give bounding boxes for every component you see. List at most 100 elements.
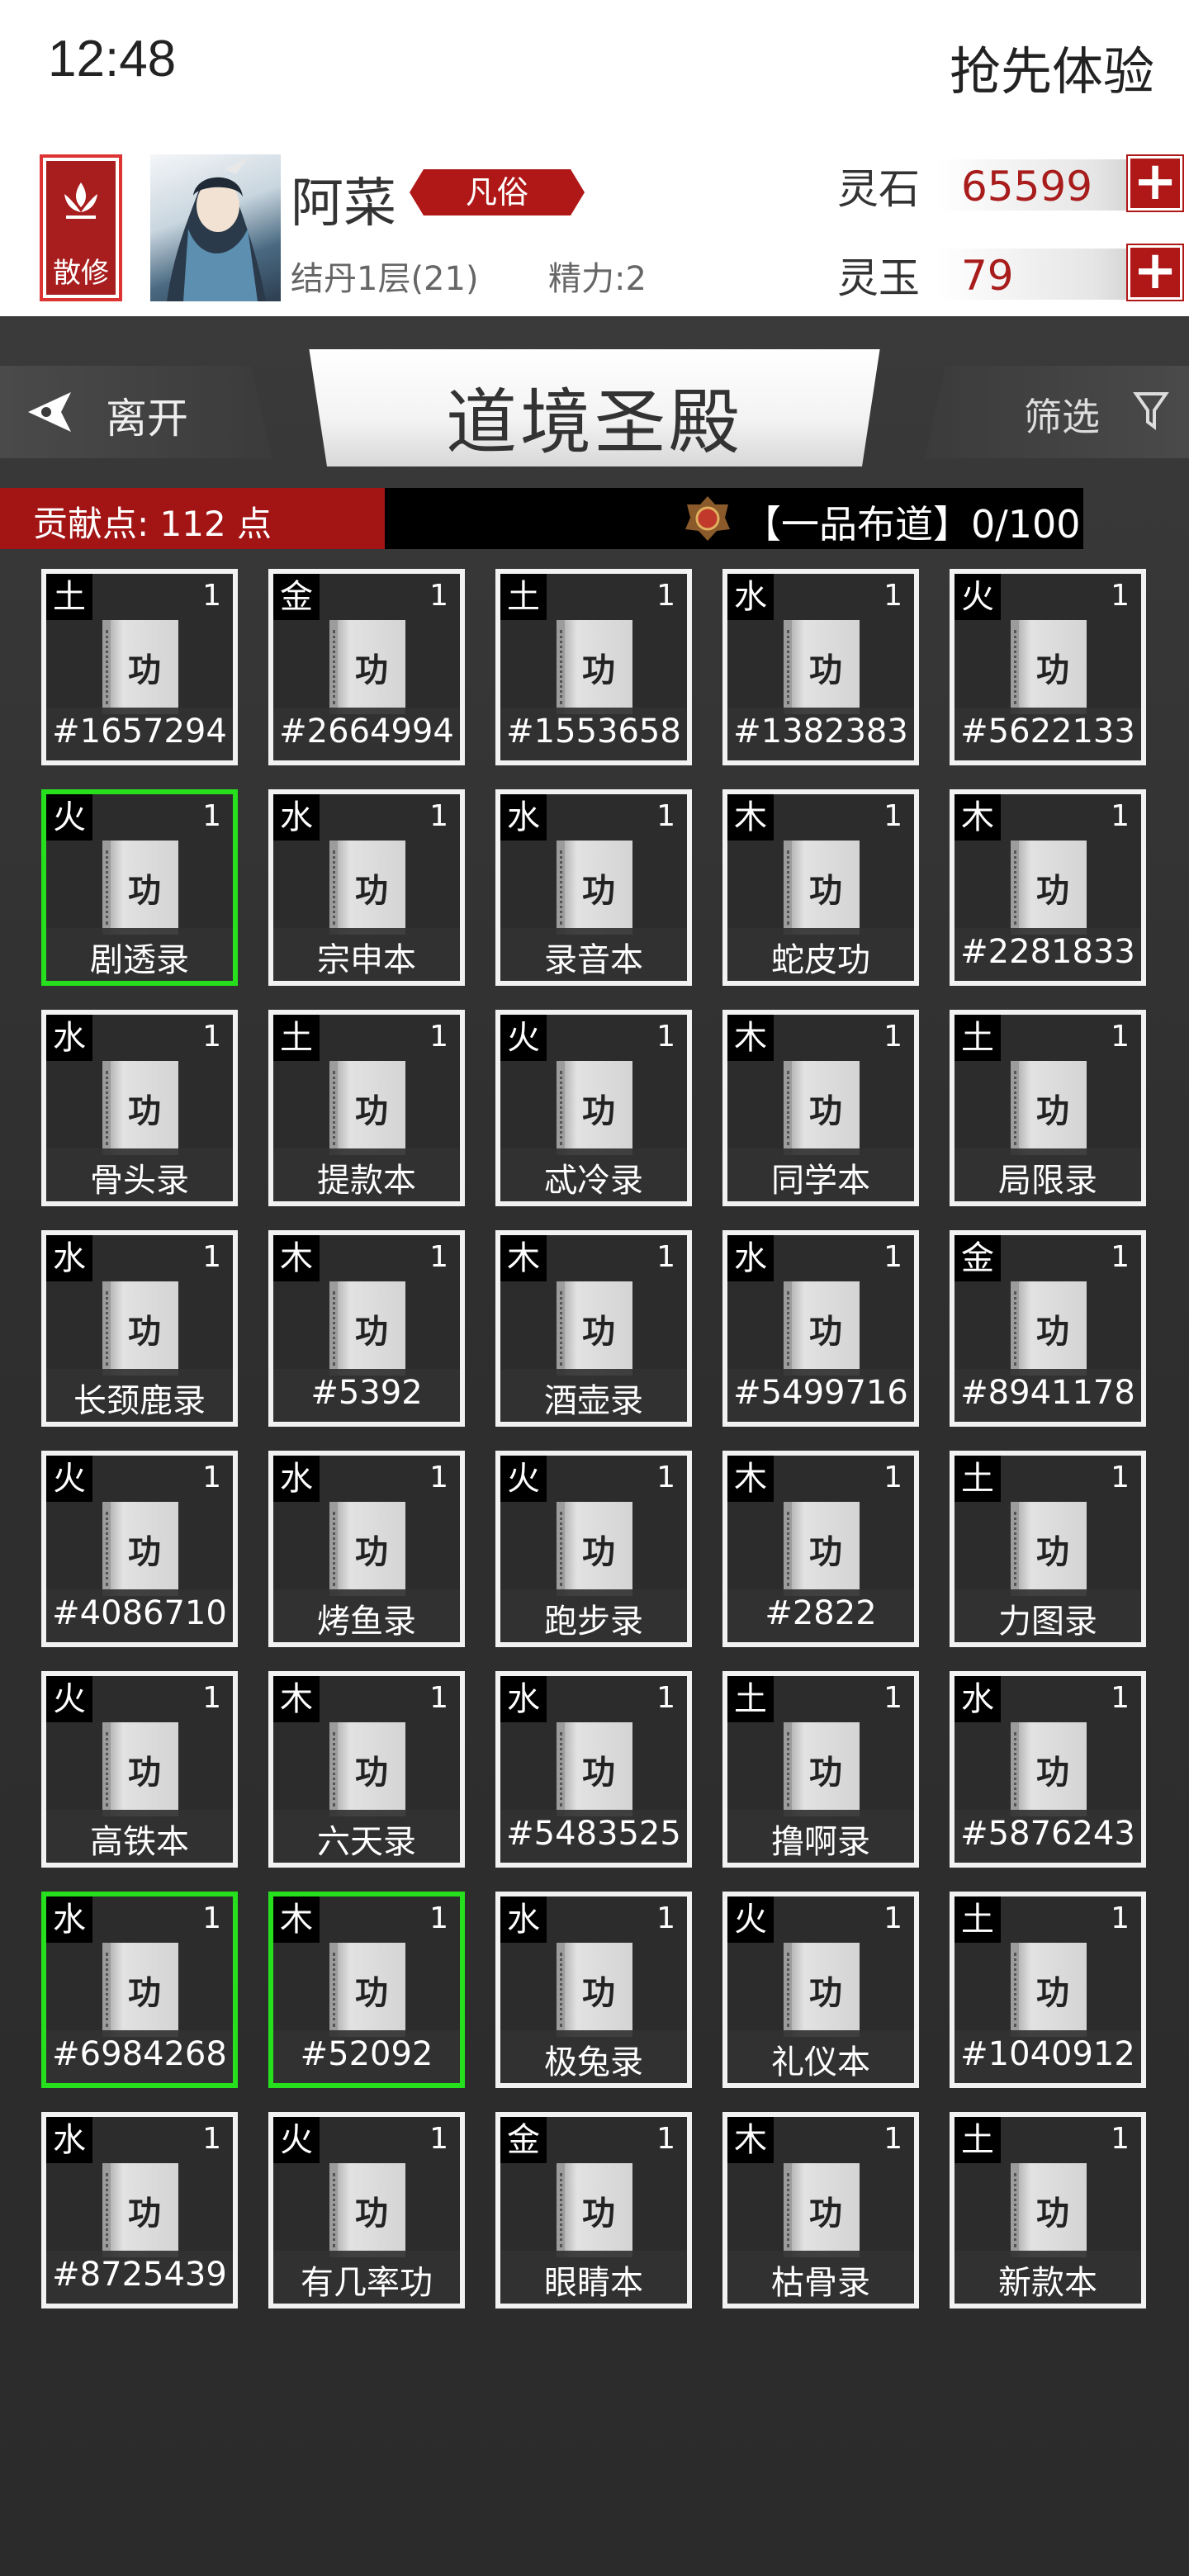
energy-value: 精力:2 [548,260,647,298]
technique-card[interactable]: 水 1 功极兔录 [495,1892,692,2088]
technique-book-icon: 功 [784,620,860,714]
add-spirit-jade-button[interactable]: + [1126,244,1184,301]
book-glyph: 功 [128,1973,161,2012]
technique-card[interactable]: 水 1 功 #5483525 [495,1671,692,1868]
technique-card[interactable]: 火 1 功高铁本 [41,1671,238,1868]
add-spirit-stone-button[interactable]: + [1126,154,1184,212]
technique-card[interactable]: 木 1 功同学本 [722,1010,919,1206]
technique-card[interactable]: 金 1 功 #2664994 [268,569,465,765]
item-quantity: 1 [1111,1240,1130,1274]
book-glyph: 功 [1036,1312,1069,1351]
item-name: #5622133 [960,713,1135,751]
item-quantity: 1 [429,2122,448,2156]
book-glyph: 功 [128,1532,161,1571]
element-tag: 土 [273,1015,320,1061]
item-quantity: 1 [202,2122,221,2156]
technique-card[interactable]: 水 1 功骨头录 [41,1010,238,1206]
item-name: 宗申本 [317,941,416,979]
item-name: 骨头录 [90,1162,189,1200]
leave-button[interactable]: 离开 [0,366,272,458]
item-name-strip: 提款本 [273,1148,460,1201]
technique-card[interactable]: 火 1 功礼仪本 [722,1892,919,2088]
book-glyph: 功 [809,2194,842,2233]
technique-card[interactable]: 木 1 功 #5392 [268,1230,465,1427]
book-glyph: 功 [809,651,842,689]
item-name-strip: #1382383 [727,708,914,760]
technique-card[interactable]: 水 1 功 #8725439 [41,2112,238,2308]
filter-button[interactable]: 筛选 [925,366,1189,458]
sect-badge[interactable]: 散修 [40,154,122,301]
technique-card[interactable]: 木 1 功酒壶录 [495,1230,692,1427]
early-access-link[interactable]: 抢先体验 [950,30,1154,104]
quest-progress: 【一品布道】0/100 [743,502,1081,547]
technique-card[interactable]: 火 1 功跑步录 [495,1451,692,1647]
technique-card[interactable]: 木 1 功蛇皮功 [722,789,919,986]
technique-book-icon: 功 [329,1502,405,1596]
item-name-strip: 力图录 [955,1589,1141,1642]
book-glyph: 功 [582,1312,615,1351]
book-glyph: 功 [355,651,388,689]
technique-card[interactable]: 木 1 功 #2281833 [950,789,1146,986]
book-glyph: 功 [355,1091,388,1130]
technique-book-icon: 功 [102,2163,178,2257]
technique-card[interactable]: 水 1 功录音本 [495,789,692,986]
item-name: #5876243 [960,1815,1135,1853]
technique-card[interactable]: 土 1 功局限录 [950,1010,1146,1206]
item-quantity: 1 [656,1901,675,1935]
element-tag: 土 [955,1456,1001,1502]
technique-card[interactable]: 金 1 功眼睛本 [495,2112,692,2308]
avatar[interactable] [150,154,281,301]
technique-card[interactable]: 木 1 功六天录 [268,1671,465,1868]
item-name: 枯骨录 [771,2264,870,2302]
item-quantity: 1 [202,1681,221,1715]
element-tag: 水 [500,794,547,841]
back-arrow-icon [28,392,71,432]
book-glyph: 功 [355,1312,388,1351]
item-name-strip: #2281833 [955,928,1141,981]
item-name-strip: 剧透录 [46,928,233,981]
item-name: #2281833 [960,933,1135,971]
element-tag: 木 [273,1235,320,1281]
element-tag: 土 [955,2117,1001,2163]
technique-card[interactable]: 火 1 功有几率功 [268,2112,465,2308]
technique-card[interactable]: 火 1 功剧透录 [41,789,238,986]
technique-card[interactable]: 土 1 功新款本 [950,2112,1146,2308]
technique-book-icon: 功 [784,1502,860,1596]
technique-card[interactable]: 金 1 功 #8941178 [950,1230,1146,1427]
technique-card[interactable]: 火 1 功 #5622133 [950,569,1146,765]
rank-badge: 凡俗 [410,169,585,215]
item-quantity: 1 [883,1240,902,1274]
technique-card[interactable]: 水 1 功 #1382383 [722,569,919,765]
technique-book-icon: 功 [557,1722,632,1816]
technique-card[interactable]: 水 1 功 #6984268 [41,1892,238,2088]
technique-card[interactable]: 土 1 功力图录 [950,1451,1146,1647]
book-glyph: 功 [1036,871,1069,910]
technique-card[interactable]: 火 1 功忒冷录 [495,1010,692,1206]
item-quantity: 1 [202,1901,221,1935]
technique-card[interactable]: 水 1 功烤鱼录 [268,1451,465,1647]
technique-card[interactable]: 土 1 功提款本 [268,1010,465,1206]
item-name-strip: 骨头录 [46,1148,233,1201]
item-name-strip: 高铁本 [46,1810,233,1863]
technique-card[interactable]: 木 1 功 #52092 [268,1892,465,2088]
item-name: 同学本 [771,1162,870,1200]
technique-card[interactable]: 土 1 功撸啊录 [722,1671,919,1868]
technique-card[interactable]: 土 1 功 #1657294 [41,569,238,765]
technique-card[interactable]: 水 1 功 #5876243 [950,1671,1146,1868]
item-name-strip: 极兔录 [500,2030,687,2083]
item-name-strip: #2822 [727,1589,914,1642]
element-tag: 水 [500,1676,547,1722]
technique-card[interactable]: 木 1 功枯骨录 [722,2112,919,2308]
technique-card[interactable]: 水 1 功宗申本 [268,789,465,986]
title-bar: 离开 道境圣殿 筛选 [0,349,1189,466]
technique-book-icon: 功 [1011,1281,1087,1376]
technique-card[interactable]: 水 1 功长颈鹿录 [41,1230,238,1427]
technique-card[interactable]: 水 1 功 #5499716 [722,1230,919,1427]
item-name: 录音本 [544,941,643,979]
technique-card[interactable]: 土 1 功 #1553658 [495,569,692,765]
technique-card[interactable]: 土 1 功 #1040912 [950,1892,1146,2088]
technique-card[interactable]: 火 1 功 #4086710 [41,1451,238,1647]
technique-card[interactable]: 木 1 功 #2822 [722,1451,919,1647]
book-glyph: 功 [582,871,615,910]
item-name: #4086710 [52,1594,227,1632]
